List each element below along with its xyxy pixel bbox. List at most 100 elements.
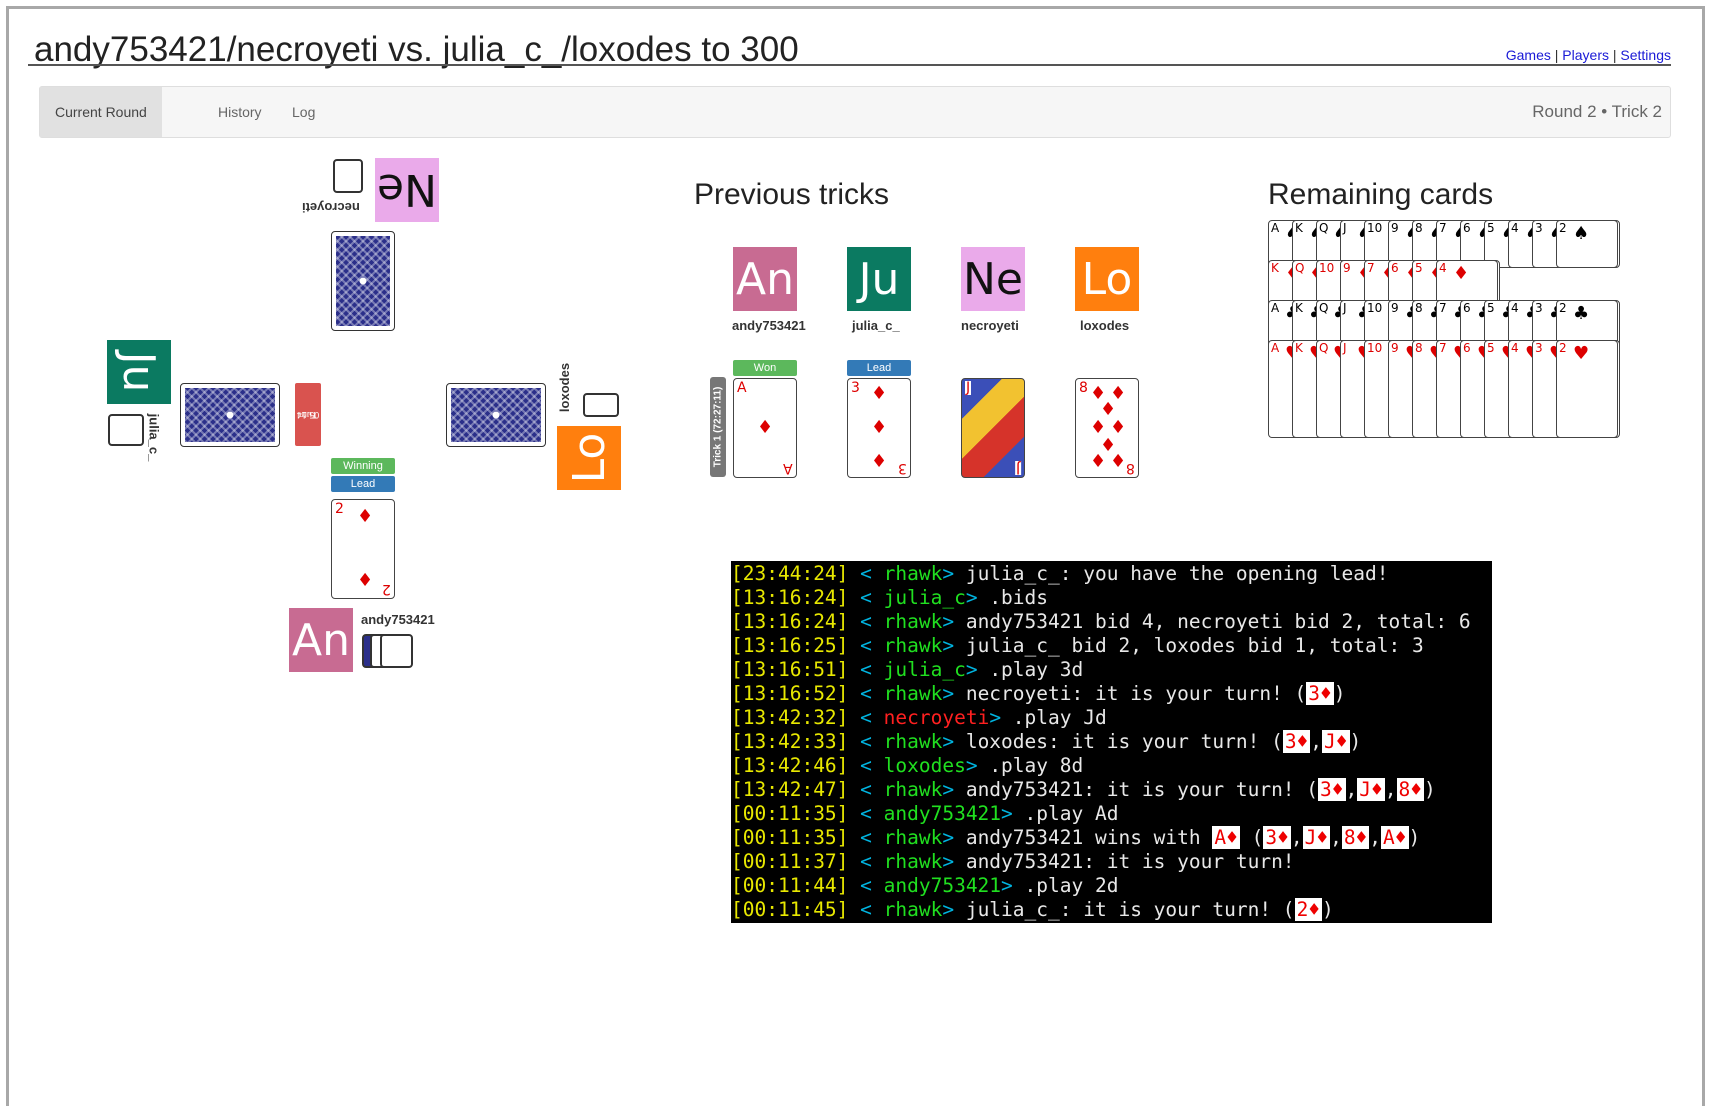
log-line: [13:16:25] < rhawk> julia_c_ bid 2, loxo… (731, 634, 1424, 657)
log-nick: loxodes (883, 754, 966, 777)
trick-card-necroyeti: J J (961, 378, 1025, 478)
card-chip: 2♦ (1294, 898, 1323, 921)
games-link[interactable]: Games (1506, 47, 1551, 63)
avatar-julia: Ju (847, 247, 911, 311)
irc-log: [23:44:24] < rhawk> julia_c_: you have t… (731, 561, 1492, 923)
log-message: .play 3d (989, 658, 1084, 681)
hand-cards-icon (583, 393, 619, 417)
log-timestamp: 13:16:52 (742, 682, 837, 705)
card-chip: A♦ (1212, 826, 1240, 849)
log-timestamp: 00:11:44 (742, 874, 837, 897)
log-nick: andy753421 (883, 874, 1002, 897)
turn-indicator: Turn 05:14 (295, 383, 321, 446)
avatar-necroyeti: Ne (961, 247, 1025, 311)
hand-cards-icon (333, 159, 363, 193)
lead-badge: Lead (847, 360, 911, 376)
log-timestamp: 00:11:35 (742, 802, 837, 825)
card-chip: 3♦ (1263, 826, 1291, 849)
avatar-loxodes: Lo (1075, 247, 1139, 311)
log-nick: rhawk (883, 778, 943, 801)
log-timestamp: 13:42:46 (742, 754, 837, 777)
log-timestamp: 13:42:33 (742, 730, 837, 753)
tab-current-round[interactable]: Current Round (40, 87, 162, 137)
previous-tricks-title: Previous tricks (694, 178, 890, 211)
log-timestamp: 13:42:32 (742, 706, 837, 729)
player-name-necroyeti: necroyeti (961, 318, 1019, 333)
card-chip: J♦ (1322, 730, 1350, 753)
card-chip: 3♦ (1318, 778, 1346, 801)
card-chip: J♦ (1302, 826, 1331, 849)
log-line: [13:42:33] < rhawk> loxodes: it is your … (731, 730, 1362, 753)
log-timestamp: 13:16:25 (742, 634, 837, 657)
log-line: [13:42:32] < necroyeti> .play Jd (731, 706, 1107, 729)
log-timestamp: 13:42:47 (742, 778, 837, 801)
link-separator: | (1612, 47, 1617, 63)
player-name-loxodes: loxodes (557, 362, 573, 413)
log-line: [00:11:37] < rhawk> andy753421: it is yo… (731, 850, 1295, 873)
log-line: [13:16:51] < julia_c> .play 3d (731, 658, 1084, 681)
remaining-card: 2 ♠ (1556, 220, 1618, 268)
player-name-julia: julia_c_ (852, 318, 900, 333)
log-nick: rhawk (883, 634, 943, 657)
card-back-north (331, 231, 395, 331)
log-nick: rhawk (883, 610, 943, 633)
log-timestamp: 13:16:24 (742, 586, 837, 609)
trick-label: Trick 1 (72:27:11) (710, 377, 726, 477)
card-chip: 8♦ (1341, 826, 1370, 849)
log-message: andy753421: it is your turn! (965, 850, 1295, 873)
card-chip: 8♦ (1396, 778, 1424, 801)
log-line: [13:42:46] < loxodes> .play 8d (731, 754, 1084, 777)
log-line: [13:42:47] < rhawk> andy753421: it is yo… (731, 778, 1436, 801)
log-message: .play 2d (1024, 874, 1119, 897)
avatar-julia: Ju (107, 340, 171, 404)
card-chip: A♦ (1381, 826, 1409, 849)
log-line: [23:44:24] < rhawk> julia_c_: you have t… (731, 562, 1389, 585)
top-links: Games | Players | Settings (1506, 47, 1671, 63)
lead-badge: Lead (331, 476, 395, 492)
log-nick: rhawk (883, 850, 943, 873)
avatar-andy: An (289, 608, 353, 672)
hand-card[interactable] (380, 634, 413, 668)
log-line: [13:16:24] < julia_c> .bids (731, 586, 1049, 609)
log-line: [00:11:44] < andy753421> .play 2d (731, 874, 1119, 897)
card-chip: 3♦ (1306, 682, 1334, 705)
player-name-andy: andy753421 (361, 612, 435, 627)
played-card-south: 2 ♦ ♦ 2 (331, 499, 395, 599)
players-link[interactable]: Players (1562, 47, 1609, 63)
hand-cards-icon (108, 414, 144, 446)
log-line: [13:16:52] < rhawk> necroyeti: it is you… (731, 682, 1346, 705)
turn-timer: 05:14 (296, 409, 320, 420)
log-message: andy753421 bid 4, necroyeti bid 2, total… (965, 610, 1471, 633)
log-message: .play Jd (1012, 706, 1107, 729)
tab-log[interactable]: Log (277, 87, 330, 137)
log-message: .bids (989, 586, 1049, 609)
round-info: Round 2 • Trick 2 (1532, 102, 1662, 121)
log-line: [00:11:35] < rhawk> andy753421 wins with… (731, 826, 1421, 849)
card-back-east (446, 383, 546, 447)
page-frame (6, 6, 1705, 1106)
card-chip: J♦ (1357, 778, 1385, 801)
avatar-andy: An (733, 247, 797, 311)
player-name-andy: andy753421 (732, 318, 806, 333)
log-nick: rhawk (883, 682, 943, 705)
log-message: necroyeti: it is your turn! ( (965, 682, 1307, 705)
log-timestamp: 00:11:45 (742, 898, 837, 921)
settings-link[interactable]: Settings (1620, 47, 1671, 63)
log-message: julia_c_ bid 2, loxodes bid 1, total: 3 (965, 634, 1424, 657)
trick-card-loxodes: 8 ♦ ♦ ♦ ♦ ♦ ♦ ♦ ♦ 8 (1075, 378, 1139, 478)
tab-history[interactable]: History (203, 87, 277, 137)
player-name-necroyeti: necroyeti (302, 200, 360, 215)
log-nick: rhawk (883, 730, 943, 753)
log-line: [13:16:24] < rhawk> andy753421 bid 4, ne… (731, 610, 1471, 633)
nav-bar: Current Round History Log Round 2 • Tric… (39, 86, 1671, 138)
log-message: .play Ad (1024, 802, 1119, 825)
log-nick: rhawk (883, 898, 943, 921)
trick-card-andy: A ♦ A (733, 378, 797, 478)
avatar-loxodes: Lo (557, 426, 621, 490)
log-line: [00:11:45] < rhawk> julia_c_: it is your… (731, 898, 1334, 921)
log-nick: julia_c (883, 586, 966, 609)
log-nick: necroyeti (883, 706, 990, 729)
remaining-cards-title: Remaining cards (1268, 178, 1494, 211)
log-message: julia_c_: you have the opening lead! (965, 562, 1389, 585)
avatar-necroyeti: Ne (375, 158, 439, 222)
